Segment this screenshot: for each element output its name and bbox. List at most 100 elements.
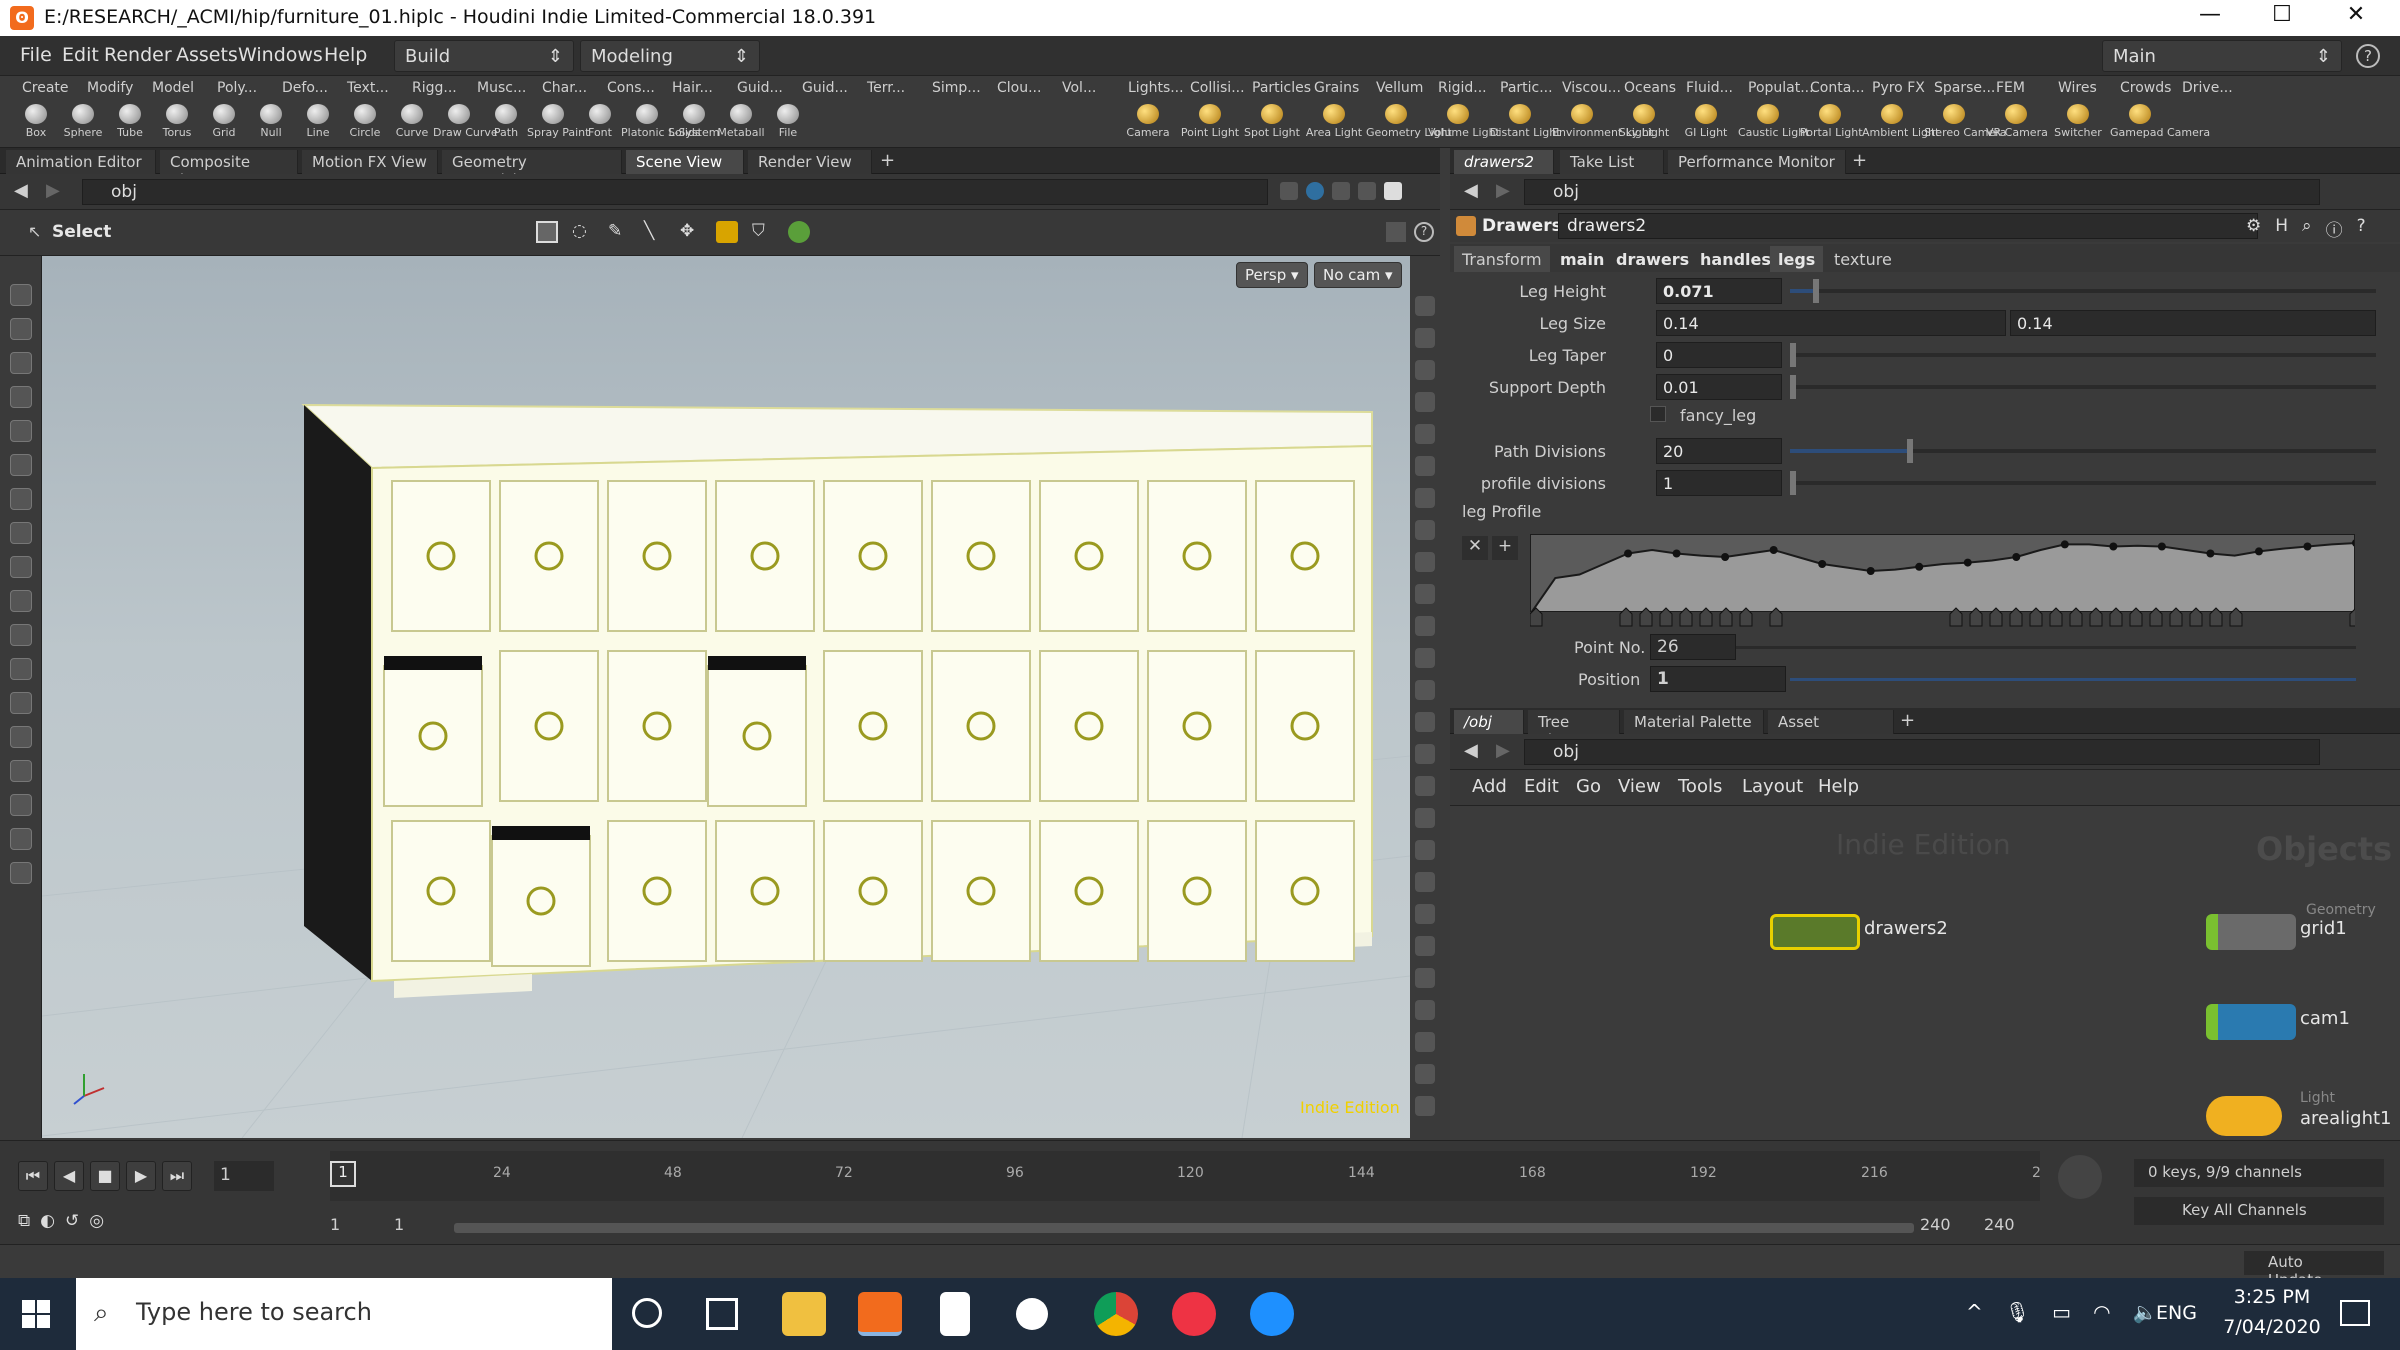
chrome-icon[interactable]: [1094, 1292, 1138, 1336]
ramp-key-handle[interactable]: [2109, 607, 2123, 627]
menu-edit[interactable]: Edit: [62, 44, 99, 66]
app-icon[interactable]: [1172, 1292, 1216, 1336]
param-slider[interactable]: [1790, 343, 2376, 367]
shelf-tool-portal-light[interactable]: Portal Light: [1800, 104, 1863, 148]
shelf-tab-right-6[interactable]: Partic...: [1496, 78, 1557, 100]
shelf-tab-4[interactable]: Defo...: [278, 78, 332, 100]
taskbar-search-box[interactable]: Type here to search: [76, 1278, 612, 1350]
shelf-tab-right-0[interactable]: Lights...: [1124, 78, 1188, 100]
tab-motion-fx-view[interactable]: Motion FX View: [302, 150, 438, 174]
shelf-tool-spray-paint[interactable]: Spray Paint: [527, 104, 589, 148]
jump-start-button[interactable]: ⏮: [18, 1161, 48, 1191]
shelf-tab-right-13[interactable]: Sparse...: [1930, 78, 1999, 100]
ramp-point[interactable]: [1672, 549, 1681, 558]
network-back-icon[interactable]: ◀: [1464, 740, 1478, 761]
ramp-point[interactable]: [1866, 567, 1875, 575]
timeline-scrubber[interactable]: 1 24 48 72 96 120 144 168 192 216 2: [330, 1151, 2041, 1201]
shelf-tab-5[interactable]: Text...: [343, 78, 393, 100]
ramp-key-handle[interactable]: [1719, 607, 1733, 627]
shelf-tab-right-9[interactable]: Fluid...: [1682, 78, 1737, 100]
ramp-key-handle[interactable]: [2149, 607, 2163, 627]
shelf-tool-camera[interactable]: Camera: [1118, 104, 1178, 148]
display-option-21-icon[interactable]: [1415, 968, 1435, 988]
add-tab-icon[interactable]: +: [880, 150, 895, 171]
param-value-field[interactable]: 0: [1656, 342, 1782, 368]
ramp-key-handle[interactable]: [2349, 607, 2363, 627]
ramp-key-handle[interactable]: [2089, 607, 2103, 627]
param-value-field[interactable]: 0.14: [1656, 310, 2006, 336]
param-slider-knob[interactable]: [1790, 375, 1796, 399]
play-button[interactable]: ▶: [126, 1161, 156, 1191]
close-button[interactable]: ✕: [2326, 2, 2386, 34]
param-path-field[interactable]: obj: [1524, 179, 2320, 205]
shelf-tab-8[interactable]: Char...: [538, 78, 591, 100]
shelf-tab-10[interactable]: Hair...: [668, 78, 717, 100]
ramp-add-icon[interactable]: +: [1492, 536, 1518, 560]
clock-time[interactable]: 3:25 PM: [2222, 1286, 2322, 1308]
left-tool-5-icon[interactable]: [10, 454, 32, 476]
notification-icon[interactable]: [2340, 1300, 2370, 1326]
lasso-select-icon[interactable]: ◌: [572, 221, 594, 243]
shelf-tab-1[interactable]: Modify: [83, 78, 137, 100]
param-slider[interactable]: [1790, 279, 2376, 303]
shelf-tab-right-17[interactable]: Drive...: [2178, 78, 2237, 100]
wifi-icon[interactable]: ◠: [2093, 1300, 2110, 1324]
tab-composite-view[interactable]: Composite View: [160, 150, 298, 189]
display-option-20-icon[interactable]: [1415, 936, 1435, 956]
ramp-key-handle[interactable]: [1679, 607, 1693, 627]
ramp-key-handle[interactable]: [2069, 607, 2083, 627]
key-icon[interactable]: [2058, 1155, 2102, 1199]
left-tool-14-icon[interactable]: [10, 760, 32, 782]
ramp-key-handle[interactable]: [2029, 607, 2043, 627]
shelf-tool-spot-light[interactable]: Spot Light: [1242, 104, 1302, 148]
left-tool-15-icon[interactable]: [10, 794, 32, 816]
gear-icon[interactable]: ⚙: [2246, 216, 2261, 241]
shelf-tab-16[interactable]: Vol...: [1058, 78, 1100, 100]
loop-icon[interactable]: ↺: [65, 1211, 79, 1231]
file-explorer-icon[interactable]: [782, 1292, 826, 1336]
battery-icon[interactable]: ▭: [2052, 1300, 2071, 1324]
ramp-key-handle[interactable]: [2129, 607, 2143, 627]
microphone-icon[interactable]: 🎙: [2005, 1300, 2030, 1324]
left-tool-2-icon[interactable]: [10, 352, 32, 374]
ramp-point[interactable]: [1769, 546, 1778, 554]
display-option-23-icon[interactable]: [1415, 1032, 1435, 1052]
node-name-field[interactable]: drawers2: [1558, 213, 2258, 239]
realtime-icon[interactable]: ◎: [89, 1211, 104, 1231]
shelf-tab-13[interactable]: Terr...: [863, 78, 909, 100]
param-slider-knob[interactable]: [1790, 343, 1796, 367]
ramp-key-handle[interactable]: [1739, 607, 1753, 627]
menu-help[interactable]: Help: [324, 44, 367, 66]
display-option-9-icon[interactable]: [1415, 584, 1435, 604]
shelf-tool-file[interactable]: File: [762, 104, 814, 148]
shelf-tool-platonic-solids[interactable]: Platonic Solids: [621, 104, 701, 148]
shelf-tool-vr-camera[interactable]: VR Camera: [1986, 104, 2048, 148]
ramp-point[interactable]: [1624, 549, 1633, 558]
back-icon[interactable]: ◀: [14, 180, 28, 201]
menu-windows[interactable]: Windows: [238, 44, 323, 66]
shelf-tool-gi-light[interactable]: GI Light: [1676, 104, 1736, 148]
shelf-tab-right-11[interactable]: Conta...: [1806, 78, 1869, 100]
ramp-point[interactable]: [1915, 562, 1924, 571]
shelf-tool-curve[interactable]: Curve: [386, 104, 438, 148]
param-value-field[interactable]: 0.071: [1656, 278, 1782, 304]
net-menu-add[interactable]: Add: [1472, 776, 1507, 797]
shelf-tab-0[interactable]: Create: [18, 78, 73, 100]
language-indicator[interactable]: ENG: [2156, 1302, 2197, 1324]
shelf-tool-grid[interactable]: Grid: [198, 104, 250, 148]
persp-button[interactable]: Persp ▾: [1236, 262, 1308, 288]
shelf-tool-stereo-camera[interactable]: Stereo Camera: [1924, 104, 2007, 148]
cortana-icon[interactable]: [632, 1298, 662, 1328]
net-menu-go[interactable]: Go: [1576, 776, 1601, 797]
display-option-22-icon[interactable]: [1415, 1000, 1435, 1020]
range-end2-field[interactable]: 240: [1984, 1215, 2015, 1234]
param-value2-field[interactable]: 0.14: [2010, 310, 2376, 336]
left-tool-10-icon[interactable]: [10, 624, 32, 646]
volume-icon[interactable]: 🔈: [2133, 1300, 2158, 1324]
param-slider-knob[interactable]: [1907, 439, 1914, 463]
ramp-key-handle[interactable]: [1949, 607, 1963, 627]
shelf-tab-7[interactable]: Musc...: [473, 78, 530, 100]
network-path-field[interactable]: obj: [1524, 739, 2320, 765]
leg-profile-ramp[interactable]: [1530, 534, 2355, 612]
ramp-key-handle[interactable]: [1699, 607, 1713, 627]
